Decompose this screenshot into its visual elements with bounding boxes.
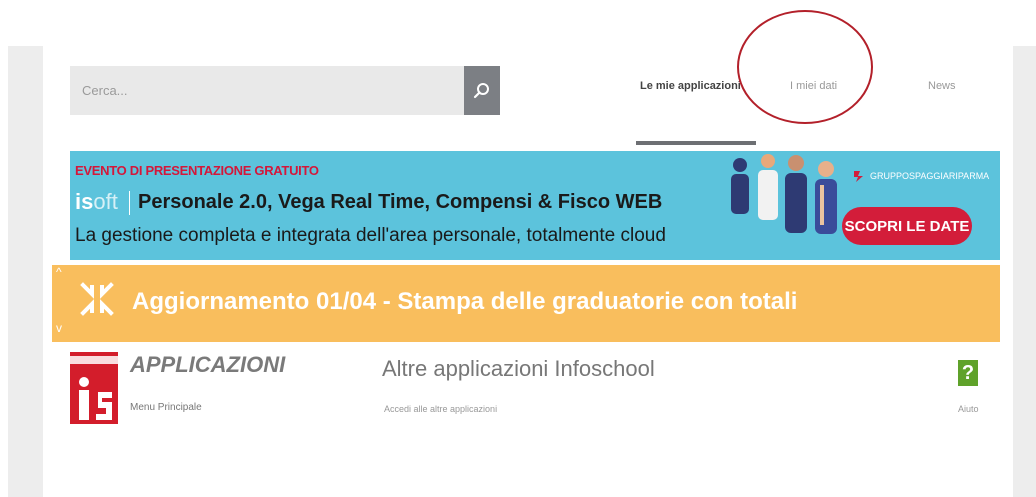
scopri-le-date-button[interactable]: SCOPRI LE DATE [842,207,972,245]
scroll-up-icon[interactable]: ^ [56,265,62,279]
apps-subtitle: Menu Principale [130,402,202,413]
search-button[interactable] [464,66,500,115]
tab-news[interactable]: News [928,80,956,92]
active-tab-indicator [636,141,756,145]
apps-title[interactable]: APPLICAZIONI [130,352,285,378]
tab-le-mie-applicazioni[interactable]: Le mie applicazioni [640,80,741,92]
other-apps-subtitle: Accedi alle altre applicazioni [384,404,498,414]
brand-mark-icon [854,171,863,182]
collapse-icon[interactable] [80,282,114,316]
isoft-logo-oft: oft [93,189,118,214]
banner-event-label: EVENTO DI PRESENTAZIONE GRATUITO [75,163,319,178]
scroll-down-icon[interactable]: v [56,321,62,335]
news-bar[interactable]: ^ v Aggiornamento 01/04 - Stampa delle g… [52,265,1000,342]
search-bar [70,66,500,115]
right-margin-strip [1013,46,1036,497]
promo-banner[interactable]: EVENTO DI PRESENTAZIONE GRATUITO isoft P… [70,151,1000,260]
isoft-logo: isoft [75,189,118,215]
brand-name: GRUPPOSPAGGIARIPARMA [870,171,990,181]
help-icon[interactable]: ? [958,360,978,386]
infoschool-logo-graphic [70,356,118,420]
help-label: Aiuto [958,404,979,414]
isoft-logo-is: is [75,189,94,214]
banner-description: La gestione completa e integrata dell'ar… [75,225,666,246]
left-margin-strip [8,46,43,497]
highlight-circle [737,10,873,124]
search-icon [473,82,489,98]
banner-product-title: Personale 2.0, Vega Real Time, Compensi … [138,191,663,213]
infoschool-logo-icon [70,352,118,424]
news-title: Aggiornamento 01/04 - Stampa delle gradu… [132,288,798,315]
other-apps-title[interactable]: Altre applicazioni Infoschool [382,356,655,382]
banner-separator [129,191,130,215]
brand-logo: GRUPPOSPAGGIARIPARMA [852,169,989,183]
search-input[interactable] [70,66,462,115]
